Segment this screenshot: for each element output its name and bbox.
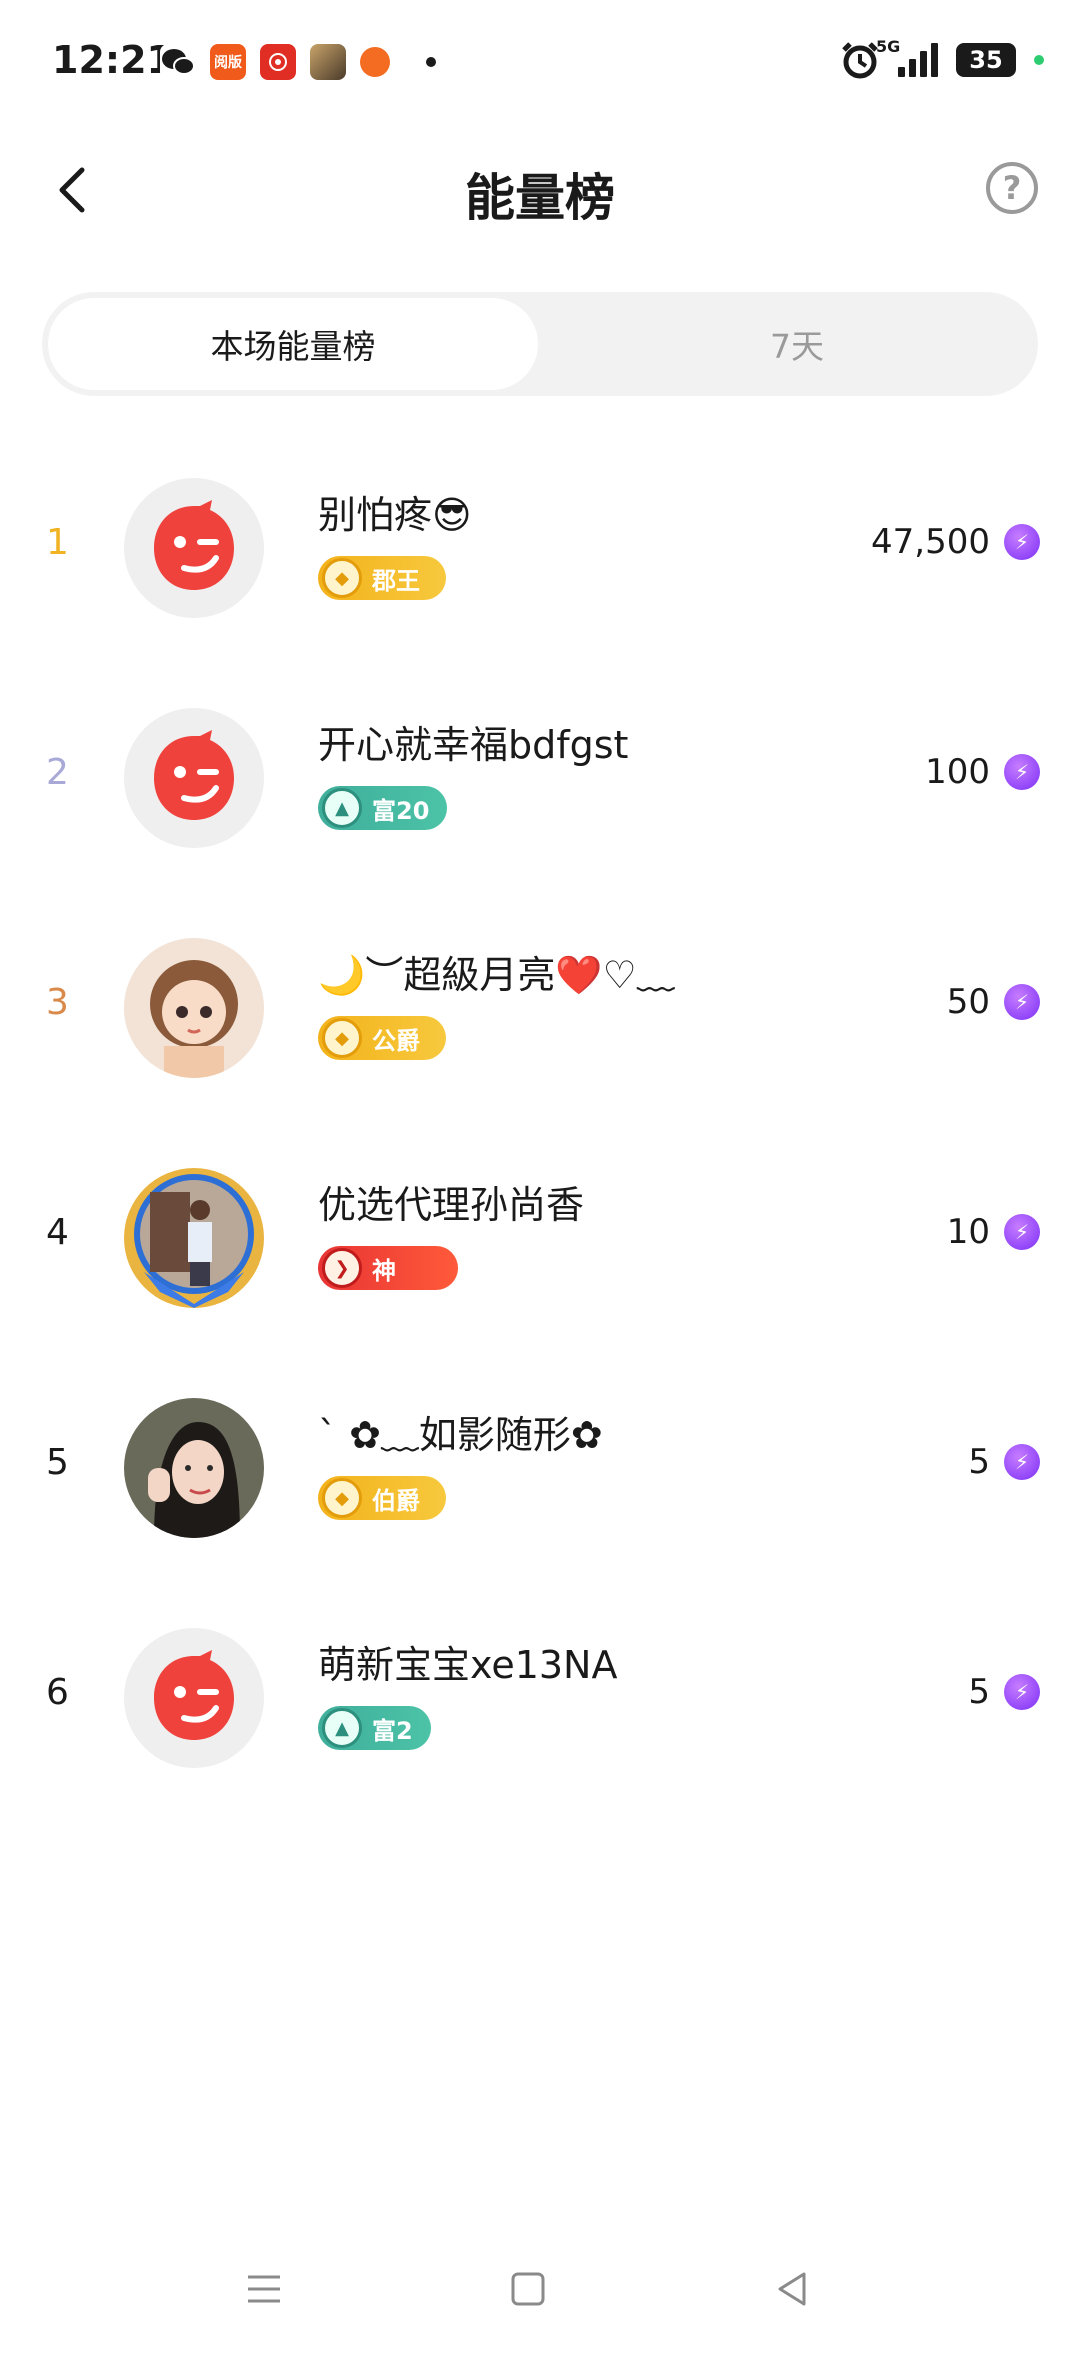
menu-icon bbox=[248, 2275, 280, 2303]
question-icon: ? bbox=[1002, 169, 1022, 207]
energy-score: 10 bbox=[946, 1212, 990, 1252]
status-bar: 12:21 阅版 5G 35 bbox=[0, 0, 1080, 130]
user-name: 别怕疼😎 bbox=[318, 493, 472, 537]
energy-score: 5 bbox=[968, 1672, 990, 1712]
lightning-energy-icon: ⚡ bbox=[1004, 1444, 1040, 1480]
ranking-row[interactable]: 1 别怕疼😎 ◆ 郡王 47,500 ⚡ bbox=[0, 432, 1080, 662]
status-right: 5G 35 bbox=[840, 37, 1044, 80]
header: 能量榜 ? bbox=[0, 140, 1080, 240]
help-button[interactable]: ? bbox=[986, 162, 1038, 214]
user-avatar[interactable] bbox=[124, 1628, 264, 1768]
badge-icon: ◆ bbox=[322, 558, 362, 598]
energy-score: 100 bbox=[925, 752, 990, 792]
status-app-icons: 阅版 bbox=[160, 44, 436, 80]
page-title: 能量榜 bbox=[465, 169, 615, 227]
ranking-row[interactable]: 3 🌙︶超級月亮❤️♡﹏ ◆ 公爵 50 ⚡ bbox=[0, 892, 1080, 1122]
back-nav-button[interactable] bbox=[762, 2264, 822, 2314]
lightning-energy-icon: ⚡ bbox=[1004, 1214, 1040, 1250]
badge-icon: ❯ bbox=[322, 1248, 362, 1288]
level-badge: ▲ 富20 bbox=[318, 786, 448, 830]
badge-icon: ▲ bbox=[322, 788, 362, 828]
pinduoduo-icon bbox=[260, 44, 296, 80]
orange-app-icon bbox=[360, 47, 390, 77]
badge-label: 神 bbox=[372, 1256, 396, 1285]
alarm-icon bbox=[842, 42, 878, 79]
rank-number: 4 bbox=[46, 1212, 69, 1253]
ranking-row[interactable]: 6 萌新宝宝xe13NA ▲ 富2 5 ⚡ bbox=[0, 1582, 1080, 1812]
lightning-energy-icon: ⚡ bbox=[1004, 754, 1040, 790]
tab-bar: 本场能量榜 7天 bbox=[42, 292, 1038, 396]
triangle-back-icon bbox=[778, 2272, 806, 2306]
network-type: 5G bbox=[876, 37, 901, 56]
badge-icon: ▲ bbox=[322, 1708, 362, 1748]
user-avatar[interactable] bbox=[124, 1398, 264, 1538]
energy-score: 47,500 bbox=[871, 522, 990, 562]
energy-score: 50 bbox=[946, 982, 990, 1022]
badge-icon: ◆ bbox=[322, 1478, 362, 1518]
user-name: 开心就幸福bdfgst bbox=[318, 723, 629, 767]
user-name: 🌙︶超級月亮❤️♡﹏ bbox=[318, 953, 675, 997]
badge-icon: ◆ bbox=[322, 1018, 362, 1058]
wechat-icon bbox=[160, 44, 196, 80]
rank-number: 5 bbox=[46, 1442, 69, 1483]
battery-icon: 35 bbox=[956, 43, 1016, 77]
user-name: 萌新宝宝xe13NA bbox=[318, 1643, 618, 1687]
level-badge: ▲ 富2 bbox=[318, 1706, 431, 1750]
menu-nav-button[interactable] bbox=[234, 2264, 294, 2314]
user-name: 优选代理孙尚香 bbox=[318, 1183, 585, 1227]
energy-score: 5 bbox=[968, 1442, 990, 1482]
level-badge: ◆ 公爵 bbox=[318, 1016, 446, 1060]
level-badge: ❯ 神 bbox=[318, 1246, 458, 1290]
level-badge: ◆ 郡王 bbox=[318, 556, 446, 600]
rank-number: 2 bbox=[46, 752, 69, 793]
square-icon bbox=[511, 2272, 545, 2306]
reader-app-icon: 阅版 bbox=[210, 44, 246, 80]
user-avatar[interactable] bbox=[124, 708, 264, 848]
more-notifications-dot bbox=[426, 57, 436, 67]
level-badge: ◆ 伯爵 bbox=[318, 1476, 446, 1520]
badge-label: 郡王 bbox=[372, 566, 420, 595]
rank-number: 3 bbox=[46, 982, 69, 1023]
game-app-icon bbox=[310, 44, 346, 80]
tab-7-days[interactable]: 7天 bbox=[562, 298, 1032, 390]
lightning-energy-icon: ⚡ bbox=[1004, 1674, 1040, 1710]
user-name: ˋ ✿﹏如影随形✿ bbox=[318, 1413, 603, 1457]
lightning-energy-icon: ⚡ bbox=[1004, 984, 1040, 1020]
status-time: 12:21 bbox=[52, 38, 173, 82]
user-avatar[interactable] bbox=[124, 478, 264, 618]
charging-dot bbox=[1034, 55, 1044, 65]
user-avatar[interactable] bbox=[118, 1162, 270, 1314]
ranking-row[interactable]: 5 ˋ ✿﹏如影随形✿ ◆ 伯爵 5 ⚡ bbox=[0, 1352, 1080, 1582]
ranking-row[interactable]: 2 开心就幸福bdfgst ▲ 富20 100 ⚡ bbox=[0, 662, 1080, 892]
badge-label: 伯爵 bbox=[372, 1486, 420, 1515]
home-nav-button[interactable] bbox=[498, 2264, 558, 2314]
badge-label: 富20 bbox=[372, 796, 430, 825]
ranking-list: 1 别怕疼😎 ◆ 郡王 47,500 ⚡ 2 开心就幸福bdfgst ▲ 富20 100 ⚡ 3 🌙︶超級… bbox=[0, 432, 1080, 1812]
rank-number: 6 bbox=[46, 1672, 69, 1713]
user-avatar[interactable] bbox=[124, 938, 264, 1078]
badge-label: 富2 bbox=[372, 1716, 413, 1745]
rank-number: 1 bbox=[46, 522, 69, 563]
signal-icon: 5G bbox=[876, 37, 938, 77]
lightning-energy-icon: ⚡ bbox=[1004, 524, 1040, 560]
badge-label: 公爵 bbox=[372, 1026, 420, 1055]
ranking-row[interactable]: 4 优选代理孙尚香 ❯ 神 10 ⚡ bbox=[0, 1122, 1080, 1352]
tab-current-energy[interactable]: 本场能量榜 bbox=[48, 298, 538, 390]
system-nav-bar bbox=[0, 2240, 1080, 2340]
